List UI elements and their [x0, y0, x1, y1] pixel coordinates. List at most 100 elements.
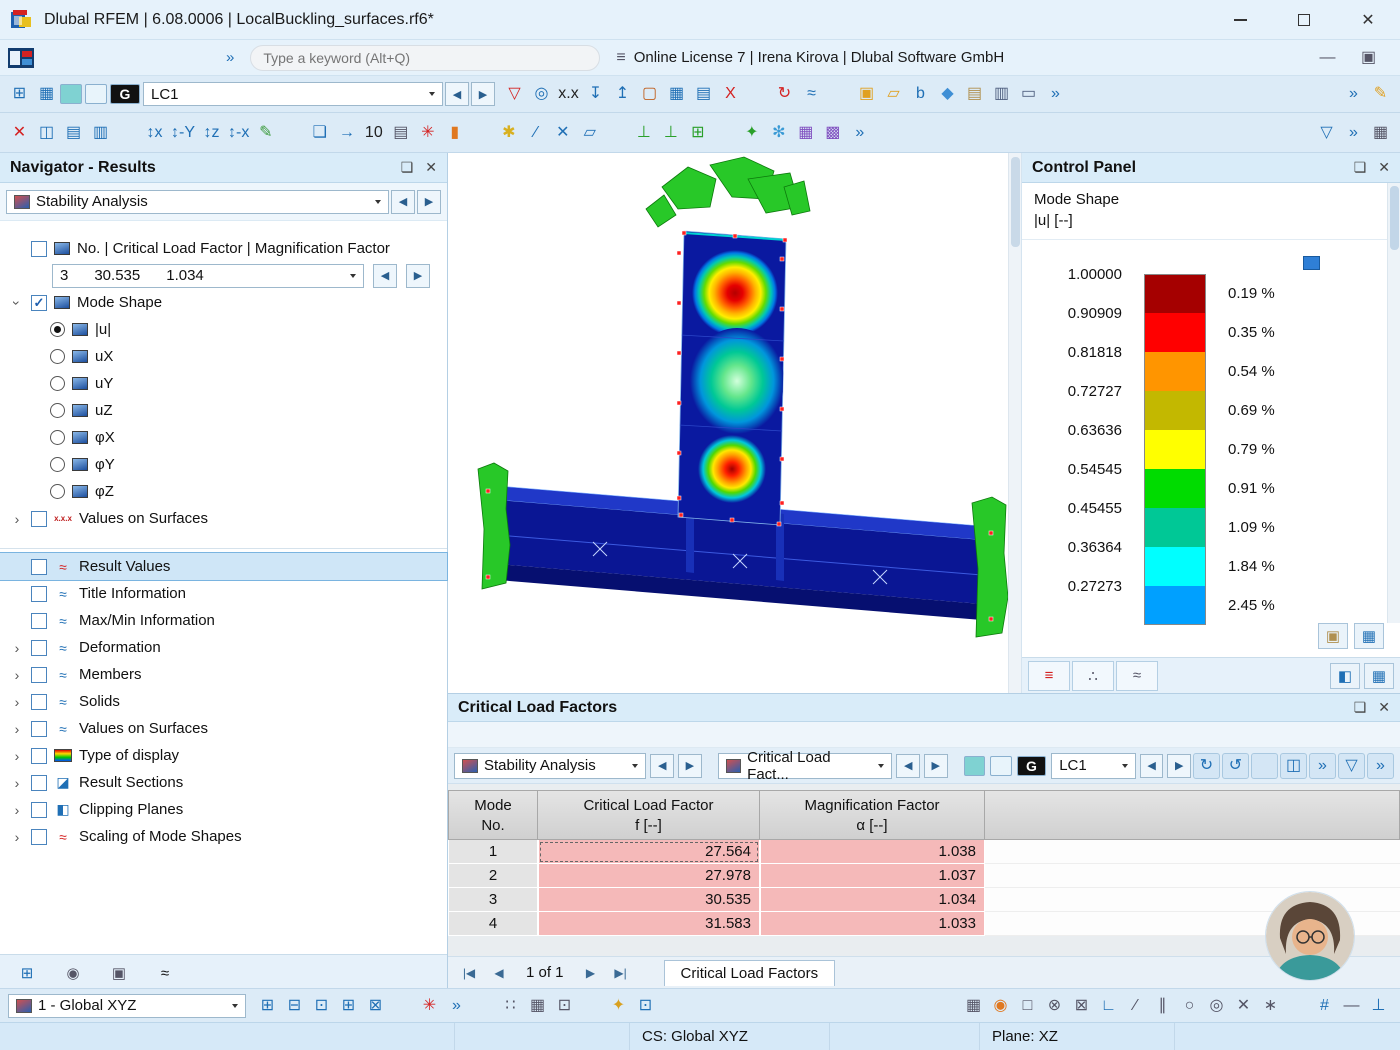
legend-color-block[interactable] [1144, 430, 1206, 469]
legend-color-block[interactable] [1144, 391, 1206, 430]
new-line-icon[interactable]: ∕ [522, 119, 549, 147]
dimension-icon[interactable]: 10 [360, 119, 387, 147]
menu-item[interactable] [196, 52, 218, 64]
result-table-icon[interactable]: ▦ [663, 80, 690, 108]
critical-load-factor-cell[interactable]: 27.978 [538, 864, 760, 888]
component-radio[interactable] [50, 403, 65, 418]
legend-color-block[interactable] [1144, 313, 1206, 352]
table-menu-item[interactable] [476, 732, 500, 738]
smooth-results-icon[interactable]: ≈ [798, 80, 825, 108]
table-row[interactable]: 4 31.583 1.033 [448, 912, 1400, 936]
legend-color-block[interactable] [1144, 547, 1206, 586]
table-menu-item[interactable] [452, 732, 476, 738]
mode-header-checkbox[interactable] [31, 241, 47, 257]
clipboard-icon[interactable]: ▤ [961, 80, 988, 108]
display-option-checkbox[interactable] [31, 721, 47, 737]
guidelines-icon[interactable]: ✦ [738, 119, 765, 147]
display-option-row[interactable]: › Type of display [0, 742, 447, 769]
coordinate-system-combo[interactable]: 1 - Global XYZ [8, 994, 246, 1018]
overflow-chevron[interactable]: » [846, 119, 873, 147]
ribbon-expand-icon[interactable]: ▣ [1355, 44, 1382, 72]
bim-cloud-icon[interactable]: b [907, 80, 934, 108]
legend-color-block[interactable] [1144, 586, 1206, 625]
new-refinement-icon[interactable]: ⊞ [684, 119, 711, 147]
print-icon[interactable]: ▭ [1015, 80, 1042, 108]
legend-color-block[interactable] [1144, 352, 1206, 391]
table-menu-item[interactable] [524, 732, 548, 738]
rotate-view-icon[interactable]: ◎ [528, 80, 555, 108]
snap-circle-icon[interactable]: ◎ [1203, 992, 1230, 1020]
display-option-row[interactable]: › ≈ Solids [0, 688, 447, 715]
new-surface-icon[interactable]: ▱ [576, 119, 603, 147]
result-values-icon[interactable]: x.x [555, 80, 582, 108]
display-option-row[interactable]: ≈ Result Values [0, 553, 447, 580]
tab-color-scale[interactable]: ≡ [1028, 661, 1070, 691]
prev-page-button[interactable]: ◀ [486, 961, 512, 985]
expand-arrow-icon[interactable]: › [10, 802, 24, 818]
export-results-icon[interactable]: ↥ [609, 80, 636, 108]
component-radio[interactable] [50, 322, 65, 337]
display-option-checkbox[interactable] [31, 586, 47, 602]
component-radio[interactable] [50, 457, 65, 472]
delete-results-icon[interactable]: ✕ [6, 119, 33, 147]
grid-table-icon[interactable]: ▦ [524, 992, 551, 1020]
table-menu-item[interactable] [500, 732, 524, 738]
prev-analysis-button[interactable]: ◀ [391, 190, 415, 214]
table-next-result-button[interactable]: ▶ [924, 754, 948, 778]
save-icon[interactable]: ▥ [988, 80, 1015, 108]
tab-results-navigator[interactable]: ≈ [142, 958, 188, 988]
column-header-critical-load-factor[interactable]: Critical Load Factor f [--] [538, 790, 760, 840]
keyword-search-input[interactable] [263, 50, 587, 66]
grid-points-icon[interactable]: ∷ [497, 992, 524, 1020]
panel-tables-icon[interactable]: ▦ [1364, 663, 1394, 689]
component-row[interactable]: |u| [50, 316, 443, 343]
surface-icon[interactable]: ▮ [441, 119, 468, 147]
overflow-chevron[interactable]: » [1340, 80, 1367, 108]
snap-intersection-icon[interactable]: ⊗ [1041, 992, 1068, 1020]
display-option-checkbox[interactable] [31, 802, 47, 818]
view-direction-minus-y-icon[interactable]: ↕-Y [168, 119, 198, 147]
expand-arrow-icon[interactable]: › [10, 511, 24, 527]
sync-view-icon[interactable]: ↺ [1222, 753, 1249, 779]
magnification-factor-cell[interactable]: 1.034 [760, 888, 985, 912]
display-option-row[interactable]: › ◧ Clipping Planes [0, 796, 447, 823]
mean-values-icon[interactable]: X [717, 80, 744, 108]
display-option-checkbox[interactable] [31, 775, 47, 791]
component-row[interactable]: uZ [50, 397, 443, 424]
mode-header-row[interactable]: No. | Critical Load Factor | Magnificati… [10, 235, 443, 262]
mode-number-cell[interactable]: 2 [448, 864, 538, 888]
edit-coordinate-system-icon[interactable]: ⊞ [254, 992, 281, 1020]
navigator-close-icon[interactable]: ✕ [425, 159, 437, 176]
table-lc-g-chip[interactable]: G [1017, 756, 1046, 776]
menu-item[interactable] [86, 52, 108, 64]
snap-cross-icon[interactable]: ⊠ [1068, 992, 1095, 1020]
close-button[interactable]: ✕ [1336, 0, 1400, 39]
show-panel-icon[interactable]: ▤ [690, 80, 717, 108]
arrow-tool-icon[interactable]: → [333, 119, 360, 147]
display-option-row[interactable]: ≈ Max/Min Information [0, 607, 447, 634]
display-option-checkbox[interactable] [31, 829, 47, 845]
control-panel-scrollbar[interactable] [1387, 183, 1400, 623]
overflow-chevron[interactable]: » [1042, 80, 1069, 108]
mesh-settings-icon[interactable]: ✳ [414, 119, 441, 147]
mode-number-cell[interactable]: 4 [448, 912, 538, 936]
maximize-button[interactable] [1272, 0, 1336, 39]
table-prev-result-button[interactable]: ◀ [896, 754, 920, 778]
next-analysis-button[interactable]: ▶ [417, 190, 441, 214]
table-menu-item[interactable] [548, 732, 572, 738]
display-option-checkbox[interactable] [31, 640, 47, 656]
table-panel-close-icon[interactable]: ✕ [1378, 699, 1390, 716]
tables-icon[interactable]: ▦ [1367, 119, 1394, 147]
snap-square-icon[interactable]: □ [1014, 992, 1041, 1020]
menu-item[interactable] [64, 52, 86, 64]
control-panel-float-icon[interactable]: ❏ [1354, 159, 1367, 176]
snap-points-icon[interactable]: ▦ [960, 992, 987, 1020]
expand-arrow-icon[interactable]: › [10, 721, 24, 737]
table-row[interactable]: 3 30.535 1.034 [448, 888, 1400, 912]
table-row[interactable]: 2 27.978 1.037 [448, 864, 1400, 888]
component-row[interactable]: φY [50, 451, 443, 478]
edit-parameters-icon[interactable]: ▤ [60, 119, 87, 147]
view-direction-x-icon[interactable]: ↕x [141, 119, 168, 147]
tab-smooth-ranges[interactable]: ∴ [1072, 661, 1114, 691]
last-tool-pointer-icon[interactable]: ✎ [1367, 80, 1394, 108]
